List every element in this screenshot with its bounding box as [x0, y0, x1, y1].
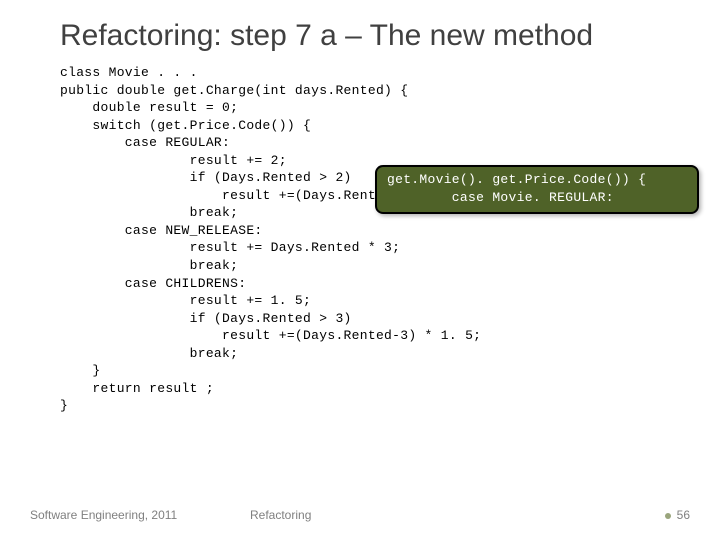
code-block: class Movie . . . public double get.Char…	[60, 64, 690, 415]
page-number: 56	[677, 508, 690, 522]
callout-box: get.Movie(). get.Price.Code()) { case Mo…	[375, 165, 699, 214]
slide: Refactoring: step 7 a – The new method c…	[0, 0, 720, 540]
slide-title: Refactoring: step 7 a – The new method	[60, 18, 690, 54]
footer-left: Software Engineering, 2011	[30, 508, 230, 522]
bullet-icon	[665, 513, 671, 519]
footer: Software Engineering, 2011 Refactoring 5…	[30, 508, 690, 522]
footer-page: 56	[640, 508, 690, 522]
footer-center: Refactoring	[230, 508, 640, 522]
